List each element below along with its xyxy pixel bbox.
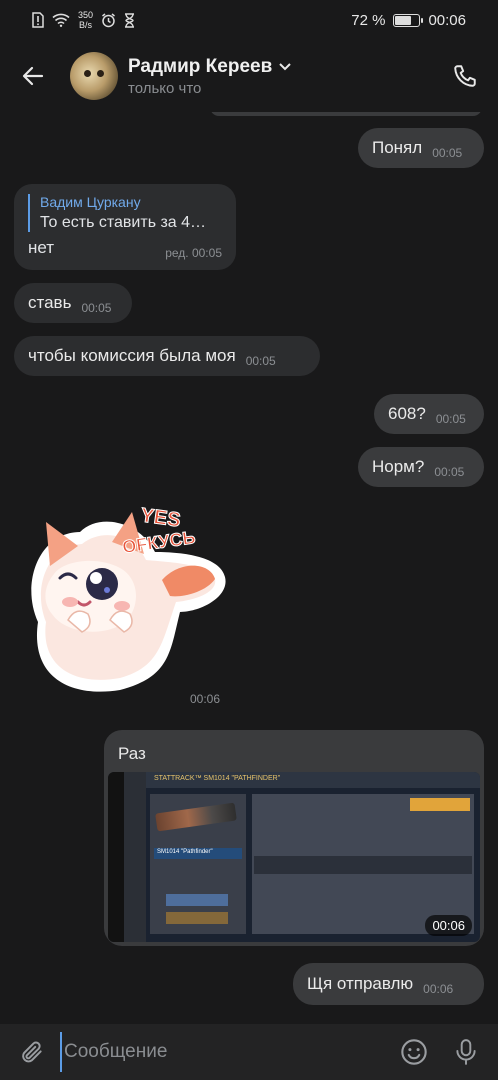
quote-text: То есть ставить за 4… — [40, 214, 207, 231]
message-time: 00:05 — [435, 412, 466, 426]
contact-info[interactable]: Радмир Кереев только что — [128, 56, 448, 97]
video-thumb-button-2 — [166, 912, 228, 924]
video-thumbnail[interactable]: STATTRACK™ SM1014 "PATHFINDER" SM1014 "P… — [108, 772, 480, 942]
sim-warning-icon — [32, 12, 44, 28]
message-text: Раз — [118, 744, 146, 763]
message-list[interactable]: Понял 00:05 Вадим Цуркану То есть ставит… — [0, 112, 498, 1024]
message-text: Норм? — [372, 457, 425, 476]
video-thumb-orange-button — [410, 798, 470, 811]
message-time: 00:05 — [81, 301, 112, 315]
sticker-text-yes: YES — [139, 504, 182, 531]
quote-author: Вадим Цуркану — [40, 194, 141, 210]
message-time: 00:05 — [434, 465, 465, 479]
battery-percent: 72 % — [351, 11, 386, 29]
message-time: 00:06 — [190, 692, 221, 706]
message-bubble-partial — [210, 112, 482, 116]
message-time: 00:06 — [423, 982, 454, 996]
message-time: 00:05 — [432, 146, 463, 160]
sticker-cat[interactable]: YES OFКУСЬ — [10, 502, 230, 702]
call-button[interactable] — [448, 59, 482, 93]
battery-icon — [393, 13, 424, 27]
message-text: Щя отправлю — [307, 974, 414, 993]
attach-button[interactable] — [16, 1036, 48, 1068]
message-text: ставь — [28, 293, 72, 312]
chevron-down-icon — [279, 62, 291, 70]
chat-header: Радмир Кереев только что — [0, 40, 498, 112]
smiley-icon — [401, 1039, 427, 1065]
video-thumb-side — [108, 772, 124, 942]
microphone-icon — [456, 1039, 476, 1065]
message-bubble[interactable]: Норм? 00:05 — [358, 447, 484, 487]
phone-icon — [454, 65, 476, 87]
video-thumb-row — [254, 856, 472, 874]
message-text: Понял — [372, 138, 423, 157]
message-bubble[interactable]: Понял 00:05 — [358, 128, 484, 168]
video-duration: 00:06 — [425, 915, 472, 936]
net-speed: 350 B/s — [78, 10, 94, 30]
clock: 00:06 — [428, 11, 466, 29]
message-input[interactable] — [60, 1032, 386, 1072]
emoji-button[interactable] — [398, 1036, 430, 1068]
voice-message-button[interactable] — [450, 1036, 482, 1068]
message-bubble-reply[interactable]: Вадим Цуркану То есть ставить за 4… нет … — [14, 184, 236, 270]
contact-name: Радмир Кереев — [128, 55, 273, 77]
hourglass-icon — [125, 12, 135, 28]
video-thumb-menu — [124, 772, 146, 942]
status-bar: 350 B/s 72 % 00:06 — [0, 0, 498, 40]
message-bubble[interactable]: ставь 00:05 — [14, 283, 132, 323]
message-text: 608? — [388, 404, 426, 423]
message-bubble-video[interactable]: Раз STATTRACK™ SM1014 "PATHFINDER" SM101… — [104, 730, 484, 946]
arrow-left-icon — [22, 66, 44, 86]
message-bubble[interactable]: 608? 00:05 — [374, 394, 484, 434]
paperclip-icon — [22, 1041, 42, 1063]
alarm-icon — [102, 12, 115, 27]
message-time: ред. 00:05 — [165, 246, 222, 260]
video-thumb-title: STATTRACK™ SM1014 "PATHFINDER" — [146, 772, 480, 788]
message-bubble[interactable]: Щя отправлю 00:06 — [293, 963, 484, 1005]
video-thumb-button-1 — [166, 894, 228, 906]
reply-quote[interactable]: Вадим Цуркану То есть ставить за 4… — [28, 194, 222, 232]
message-time: 00:05 — [245, 354, 276, 368]
contact-status: только что — [128, 79, 202, 97]
wifi-icon — [52, 13, 70, 27]
avatar[interactable] — [70, 52, 118, 100]
video-thumb-weapon-label: SM1014 "Pathfinder" — [154, 848, 242, 859]
message-composer — [0, 1024, 498, 1080]
message-text: чтобы комиссия была моя — [28, 346, 236, 365]
back-button[interactable] — [16, 59, 50, 93]
message-bubble[interactable]: чтобы комиссия была моя 00:05 — [14, 336, 320, 376]
